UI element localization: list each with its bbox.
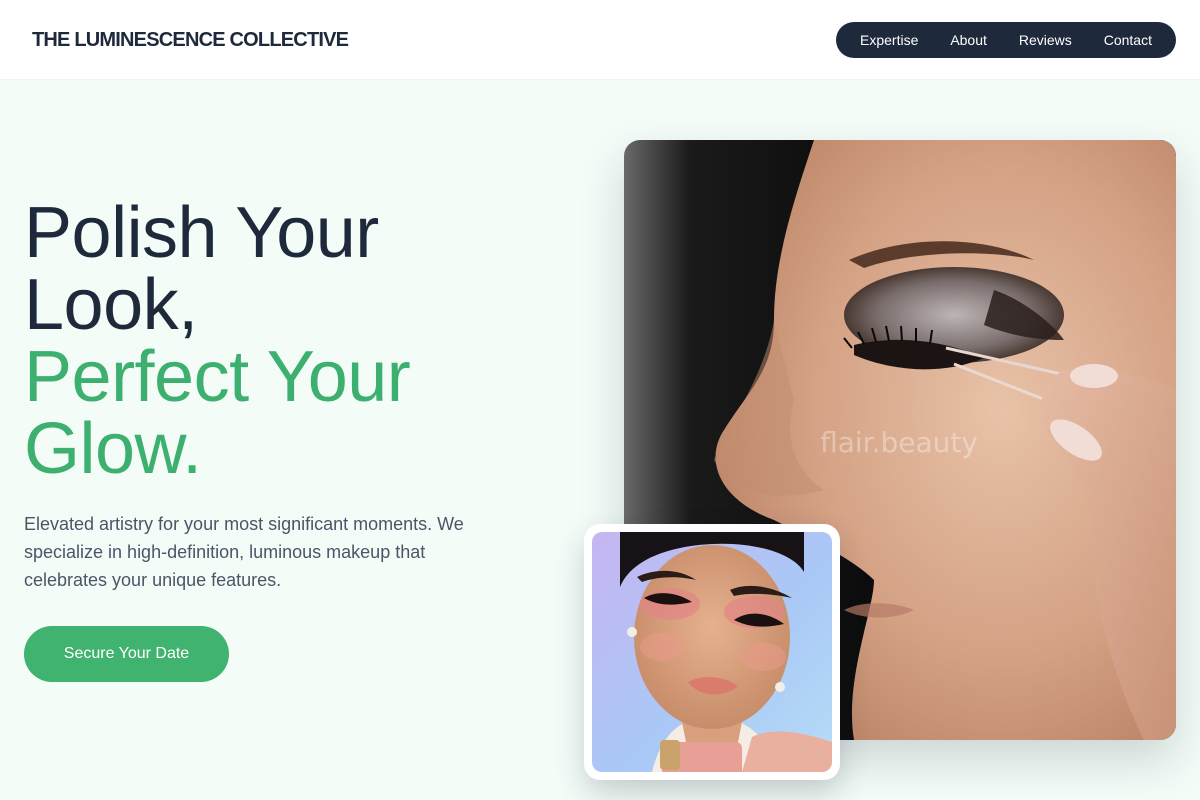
brand-logo[interactable]: THE LUMINESCENCE COLLECTIVE	[32, 29, 349, 52]
portrait-photo	[592, 532, 832, 772]
site-header: THE LUMINESCENCE COLLECTIVE Expertise Ab…	[0, 0, 1200, 80]
hero-title-line-2: Look,	[24, 265, 198, 345]
hero-secondary-photo	[592, 532, 832, 772]
secure-date-button[interactable]: Secure Your Date	[24, 626, 229, 682]
hero-secondary-photo-frame	[584, 524, 840, 780]
nav-about[interactable]: About	[950, 32, 987, 48]
nav-reviews[interactable]: Reviews	[1019, 32, 1072, 48]
main-nav: Expertise About Reviews Contact	[836, 22, 1176, 58]
nav-expertise[interactable]: Expertise	[860, 32, 918, 48]
hero-title-line-1: Polish Your	[24, 193, 379, 273]
photo-watermark: flair.beauty	[820, 426, 978, 459]
hero-title: Polish Your Look, Perfect Your Glow.	[24, 197, 544, 485]
nav-contact[interactable]: Contact	[1104, 32, 1152, 48]
hero-description: Elevated artistry for your most signific…	[24, 514, 464, 590]
hero-title-accent-line-2: Glow.	[24, 409, 202, 489]
hero-title-accent-line-1: Perfect Your	[24, 337, 411, 417]
